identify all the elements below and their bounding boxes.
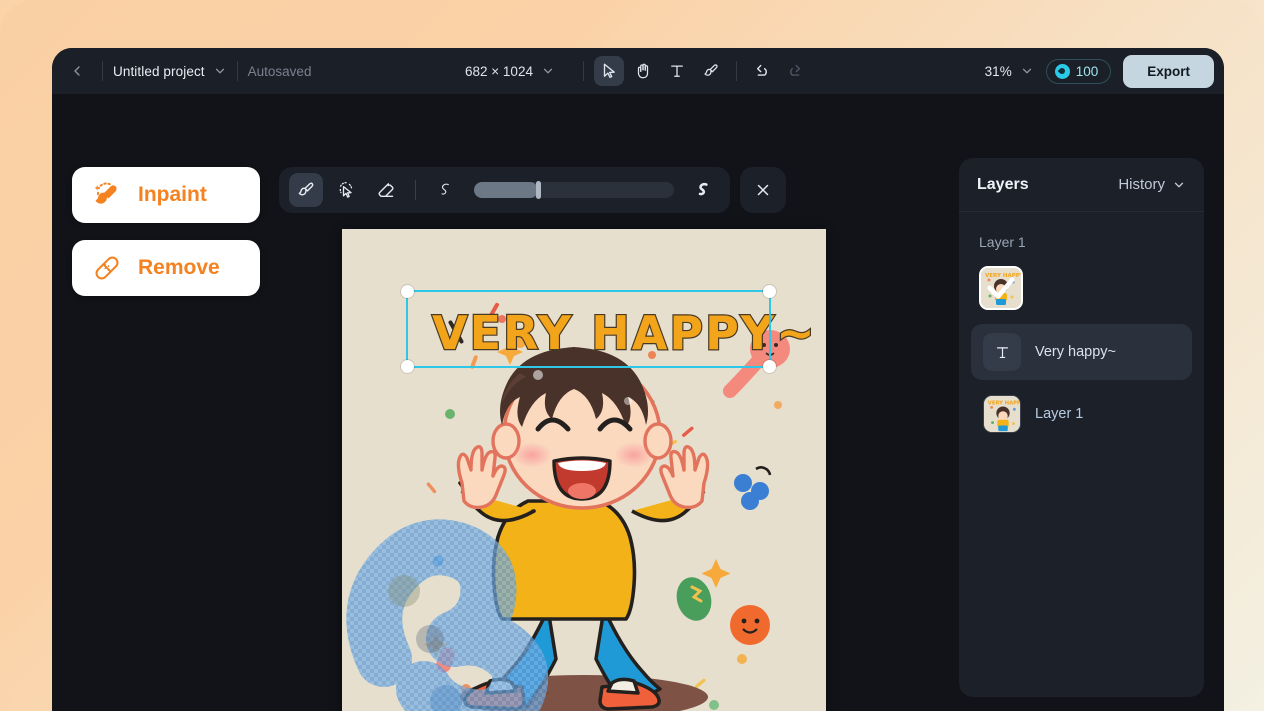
credits-badge[interactable]: 100 xyxy=(1045,58,1112,84)
redo-button[interactable] xyxy=(781,56,811,86)
zoom-level: 31% xyxy=(984,63,1012,79)
layer-row-text[interactable]: Very happy~ xyxy=(971,324,1192,380)
credits-value: 100 xyxy=(1075,63,1099,79)
magic-wand-cursor-icon xyxy=(339,181,353,198)
paint-brush-icon xyxy=(704,64,718,76)
chevron-down-icon xyxy=(1022,68,1031,74)
export-button[interactable]: Export xyxy=(1123,54,1214,88)
close-edit-toolbar-button[interactable] xyxy=(740,167,786,213)
dimensions-menu-button[interactable] xyxy=(541,64,555,78)
layer-name: Layer 1 xyxy=(1035,406,1084,422)
history-label: History xyxy=(1118,176,1165,193)
layer-row-image[interactable]: VERY HAPPY~ Layer 1 xyxy=(971,386,1192,442)
layers-list: Very happy~ VERY HAPPY~ xyxy=(959,324,1204,442)
tool-brush[interactable] xyxy=(696,56,726,86)
edit-toolbar xyxy=(279,167,786,213)
layers-title: Layers xyxy=(977,175,1029,193)
layers-panel: Layers History Layer 1 VERY HAPPY~ xyxy=(959,158,1204,697)
history-tab[interactable]: History xyxy=(1118,176,1186,193)
undo-button[interactable] xyxy=(747,56,777,86)
layers-panel-header: Layers History xyxy=(959,158,1204,212)
selected-layer-section: Layer 1 VERY HAPPY~ xyxy=(959,212,1204,324)
project-menu-button[interactable] xyxy=(213,64,227,78)
workspace: Inpaint Remove VERY HAPPY~ Layers Histor… xyxy=(52,94,1224,711)
text-t-icon xyxy=(983,333,1021,371)
stroke-thick-icon xyxy=(698,182,708,196)
canvas-stage[interactable]: VERY HAPPY~ xyxy=(342,229,826,711)
mask-brush-tool[interactable] xyxy=(289,173,323,207)
eraser-tool[interactable] xyxy=(369,173,403,207)
zoom-chevron xyxy=(1020,64,1034,78)
stroke-thin-icon xyxy=(441,183,449,195)
artwork-text: VERY HAPPY~ xyxy=(432,306,817,360)
svg-text:VERY HAPPY~: VERY HAPPY~ xyxy=(988,401,1021,407)
inpaint-button[interactable]: Inpaint xyxy=(72,167,260,223)
remove-button[interactable]: Remove xyxy=(72,240,260,296)
remove-label: Remove xyxy=(138,256,220,279)
cursor-arrow-icon xyxy=(603,63,615,79)
selected-layer-thumbnail[interactable]: VERY HAPPY~ xyxy=(979,266,1023,310)
paint-brush-icon xyxy=(298,182,314,196)
magic-brush-icon xyxy=(92,180,122,210)
canvas-dimensions: 682 × 1024 xyxy=(465,63,533,79)
undo-arrow-icon xyxy=(757,64,768,76)
divider xyxy=(102,61,103,81)
divider xyxy=(735,61,737,81)
divider xyxy=(582,61,584,81)
left-action-panel: Inpaint Remove xyxy=(72,167,260,296)
tool-text[interactable] xyxy=(662,56,692,86)
brush-size-large-button[interactable] xyxy=(686,173,720,207)
selected-layer-label: Layer 1 xyxy=(979,234,1026,250)
tool-group xyxy=(593,56,726,86)
autosaved-status: Autosaved xyxy=(247,63,312,79)
bandage-icon xyxy=(92,253,122,283)
zoom-control[interactable]: 31% xyxy=(985,64,1034,79)
divider xyxy=(415,180,416,200)
brush-size-slider[interactable] xyxy=(474,181,674,199)
redo-arrow-icon xyxy=(790,64,801,76)
app-window: Untitled project Autosaved 682 × 1024 31… xyxy=(52,48,1224,711)
top-bar: Untitled project Autosaved 682 × 1024 31… xyxy=(52,48,1224,94)
slider-knob[interactable] xyxy=(535,181,541,199)
hand-icon xyxy=(637,63,649,79)
edit-toolbar-main xyxy=(279,167,730,213)
eraser-icon xyxy=(378,183,394,198)
top-bar-right: 31% 100 Export xyxy=(985,54,1224,88)
close-x-icon xyxy=(757,184,769,196)
tool-hand[interactable] xyxy=(628,56,658,86)
check-mark-icon xyxy=(981,268,1021,308)
text-t-icon xyxy=(671,65,683,77)
slider-fill xyxy=(474,182,538,198)
history-group xyxy=(747,56,811,86)
project-name: Untitled project xyxy=(113,63,205,79)
chevron-left-icon xyxy=(74,66,80,76)
back-button[interactable] xyxy=(62,56,92,86)
credit-coin-icon xyxy=(1054,63,1070,79)
artwork-image: VERY HAPPY~ xyxy=(342,229,826,711)
tool-select[interactable] xyxy=(593,56,624,86)
layer-name: Very happy~ xyxy=(1035,344,1117,360)
layer-thumbnail: VERY HAPPY~ xyxy=(983,395,1021,433)
top-bar-left: Untitled project Autosaved xyxy=(52,56,311,86)
chevron-down-icon xyxy=(1174,182,1184,187)
chevron-down-icon xyxy=(215,68,224,74)
chevron-down-icon xyxy=(543,68,553,74)
divider xyxy=(236,61,238,81)
brush-size-small-button[interactable] xyxy=(428,173,462,207)
magic-select-tool[interactable] xyxy=(329,173,363,207)
inpaint-label: Inpaint xyxy=(138,183,207,206)
